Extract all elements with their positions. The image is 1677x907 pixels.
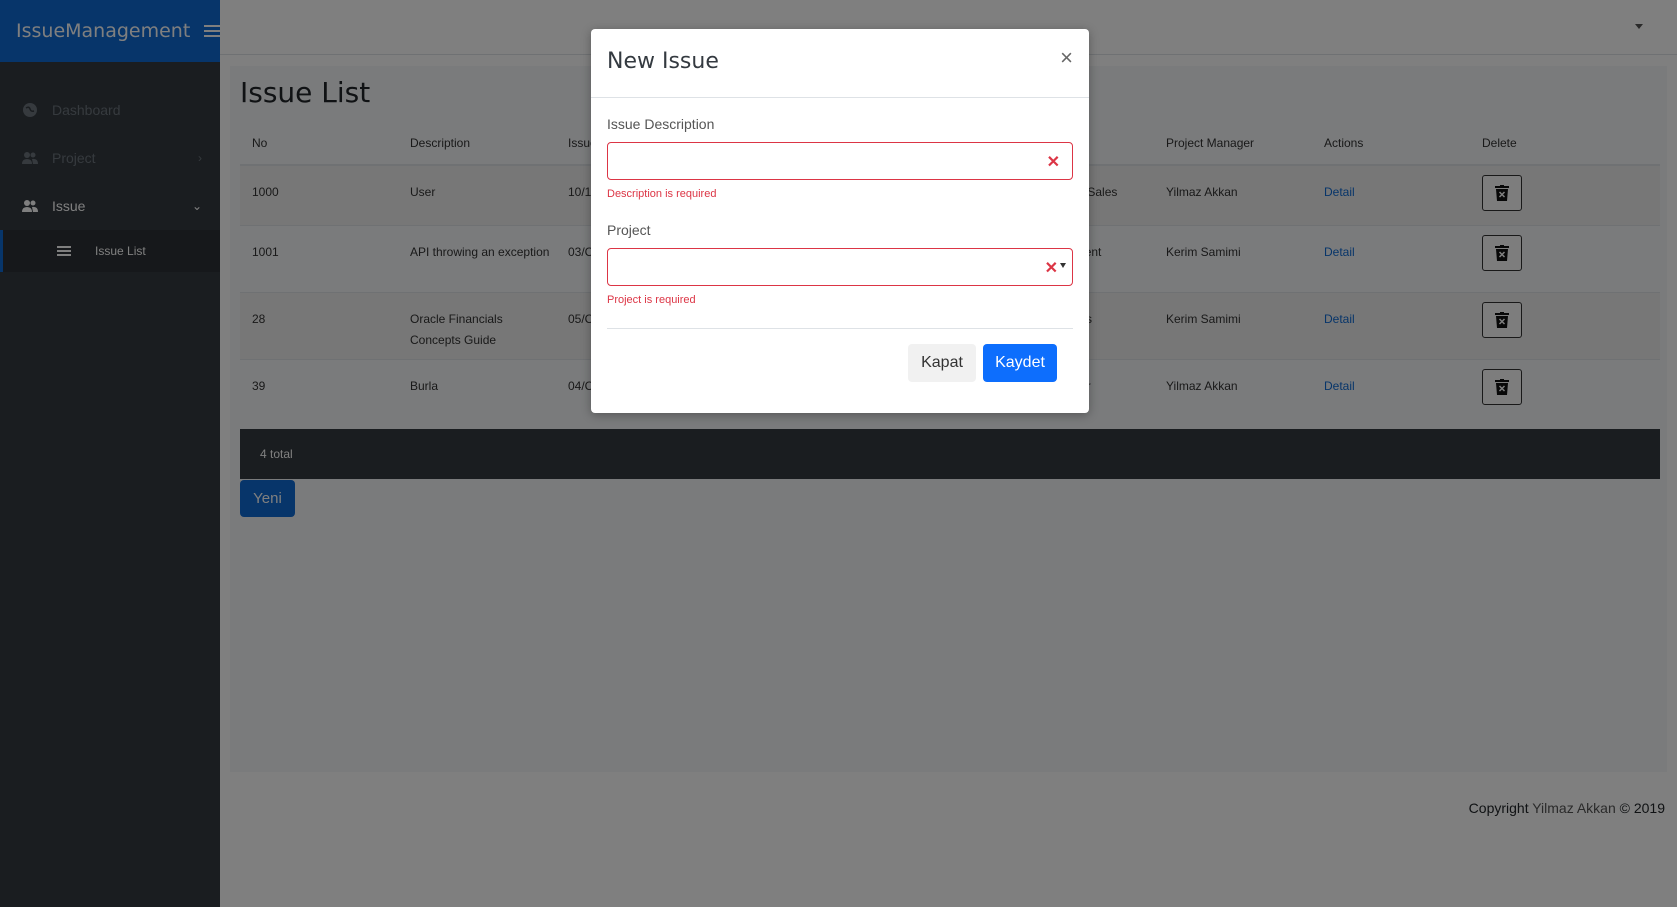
description-input[interactable] [608,143,1072,179]
description-error: Description is required [607,188,717,200]
modal-footer: Kapat Kaydet [591,329,1089,409]
dropdown-arrow-icon[interactable] [1060,263,1066,268]
description-label: Issue Description [607,116,715,132]
project-input[interactable] [608,249,1072,285]
modal-body: Issue Description ✕ Description is requi… [591,98,1089,306]
modal-title: New Issue [607,49,719,74]
cancel-button[interactable]: Kapat [908,344,976,382]
modal-header: New Issue × [591,29,1089,98]
clear-icon[interactable]: ✕ [1045,258,1058,278]
description-field[interactable]: ✕ [607,142,1073,180]
close-icon[interactable]: × [1060,47,1073,69]
clear-icon[interactable]: ✕ [1047,152,1060,172]
project-label: Project [607,222,651,238]
project-error: Project is required [607,294,696,306]
new-issue-modal: New Issue × Issue Description ✕ Descript… [591,29,1089,413]
project-select[interactable]: ✕ [607,248,1073,286]
save-button[interactable]: Kaydet [983,344,1057,382]
